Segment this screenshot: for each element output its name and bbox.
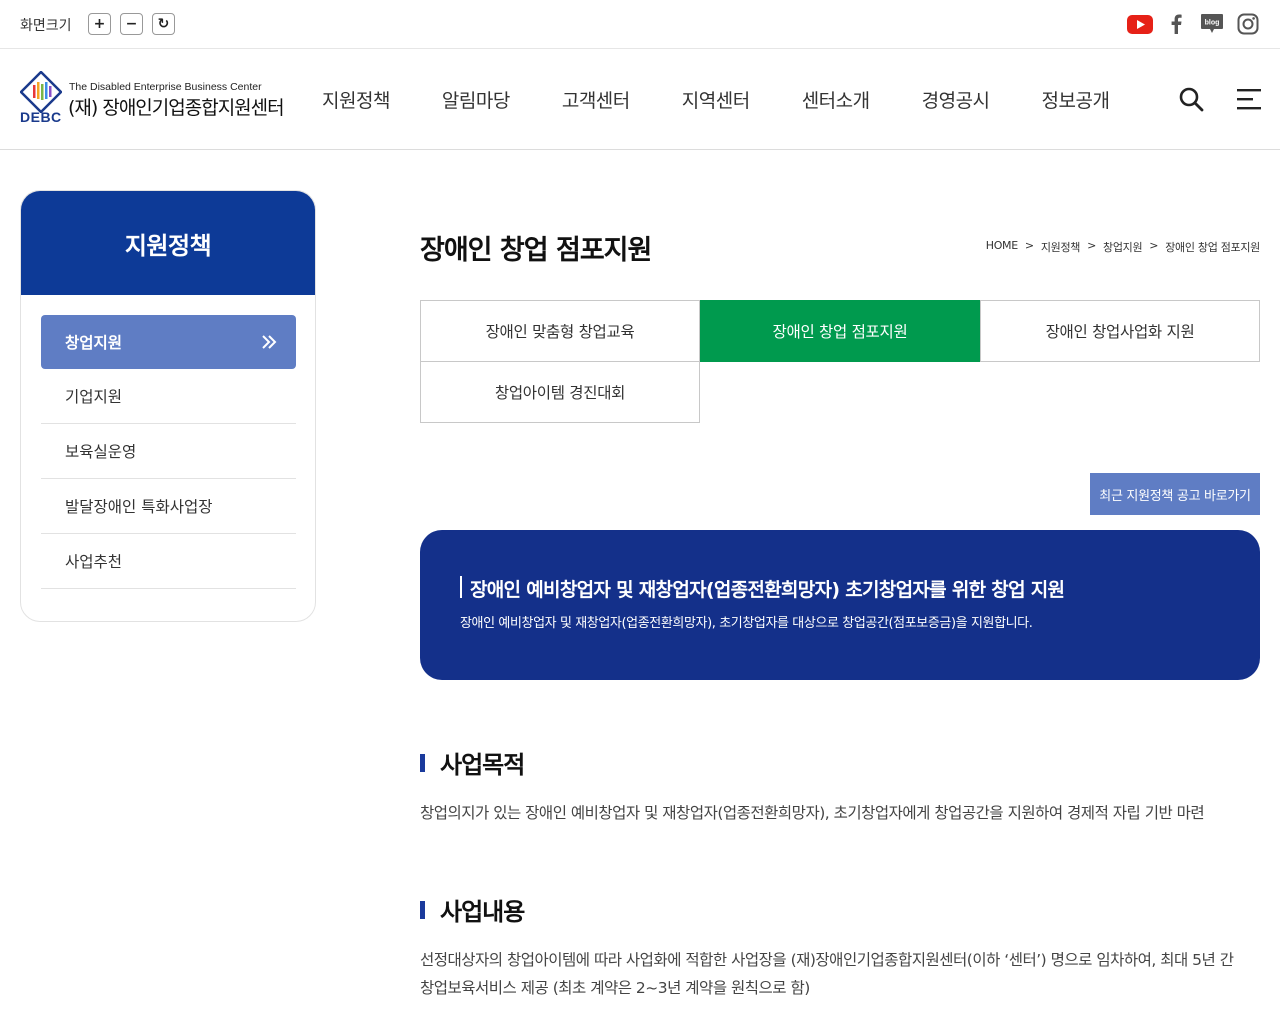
- sidebar-item-label: 창업지원: [65, 334, 123, 352]
- section-heading-text: 사업내용: [440, 898, 525, 926]
- logo-english-name: The Disabled Enterprise Business Center: [69, 81, 262, 93]
- section-text-content: 선정대상자의 창업아이템에 따라 사업화에 적합한 사업장을 (재)장애인기업종…: [420, 946, 1234, 1002]
- intro-title: 장애인 예비창업자 및 재창업자(업종전환희망자) 초기창업자를 위한 창업 지…: [470, 579, 1065, 601]
- heading-accent-bar: [420, 900, 425, 919]
- intro-description: 장애인 예비창업자 및 재창업자(업종전환희망자), 초기창업자를 대상으로 창…: [460, 616, 1033, 631]
- section-heading-content: 사업내용: [420, 892, 525, 927]
- youtube-icon[interactable]: [1127, 12, 1153, 36]
- site-header: DEBC The Disabled Enterprise Business Ce…: [0, 49, 1280, 150]
- heading-accent-bar: [420, 753, 425, 772]
- font-size-reset-button[interactable]: ↻: [152, 13, 175, 35]
- blog-icon[interactable]: blog: [1199, 12, 1225, 36]
- section-heading-text: 사업목적: [440, 751, 525, 779]
- sidebar-item-label: 보육실운영: [65, 443, 137, 461]
- section-text-purpose: 창업의지가 있는 장애인 예비창업자 및 재창업자(업종전환희망자), 초기창업…: [420, 799, 1205, 827]
- hamburger-menu-icon[interactable]: [1237, 87, 1261, 111]
- svg-text:blog: blog: [1205, 20, 1220, 27]
- nav-item-customer-center[interactable]: 고객센터: [562, 86, 630, 113]
- sidebar-item-label: 기업지원: [65, 388, 123, 406]
- breadcrumb-current: 장애인 창업 점포지원: [1165, 241, 1260, 254]
- sidebar-item-label: 사업추천: [65, 553, 123, 571]
- section-heading-purpose: 사업목적: [420, 745, 525, 780]
- breadcrumb-item[interactable]: 창업지원: [1103, 239, 1143, 255]
- sidebar-title: 지원정책: [21, 191, 315, 295]
- logo-abbreviation: DEBC: [20, 109, 62, 125]
- section-text-line: 창업보육서비스 제공 (최초 계약은 2~3년 계약을 원칙으로 함): [420, 979, 810, 997]
- font-size-increase-button[interactable]: +: [88, 13, 111, 35]
- nav-item-notice-board[interactable]: 알림마당: [442, 86, 510, 113]
- sidebar-item-developmental-workplace[interactable]: 발달장애인 특화사업장: [41, 479, 296, 534]
- nav-item-support-policy[interactable]: 지원정책: [322, 86, 390, 113]
- tab-startup-store-support[interactable]: 장애인 창업 점포지원: [700, 300, 980, 362]
- breadcrumb-separator: >: [1149, 239, 1159, 252]
- tab-startup-education[interactable]: 장애인 맞춤형 창업교육: [420, 300, 700, 362]
- section-text-line: 선정대상자의 창업아이템에 따라 사업화에 적합한 사업장을 (재)장애인기업종…: [420, 951, 1234, 969]
- intro-banner: 장애인 예비창업자 및 재창업자(업종전환희망자) 초기창업자를 위한 창업 지…: [420, 530, 1260, 680]
- breadcrumb: HOME > 지원정책 > 창업지원 > 장애인 창업 점포지원: [986, 239, 1261, 255]
- sidebar-item-label: 발달장애인 특화사업장: [65, 498, 213, 516]
- facebook-icon[interactable]: [1166, 12, 1186, 36]
- nav-item-management-disclosure[interactable]: 경영공시: [922, 86, 990, 113]
- sidebar-item-business-recommendation[interactable]: 사업추천: [41, 534, 296, 589]
- section-text-line: 창업의지가 있는 장애인 예비창업자 및 재창업자(업종전환희망자), 초기창업…: [420, 804, 1205, 822]
- main-navigation: 지원정책 알림마당 고객센터 지역센터 센터소개 경영공시 정보공개: [322, 86, 1161, 113]
- tab-startup-commercialization[interactable]: 장애인 창업사업화 지원: [980, 300, 1260, 362]
- page-title: 장애인 창업 점포지원: [420, 235, 652, 266]
- nav-item-regional-center[interactable]: 지역센터: [682, 86, 750, 113]
- breadcrumb-separator: >: [1024, 239, 1034, 252]
- nav-item-info-disclosure[interactable]: 정보공개: [1042, 86, 1110, 113]
- breadcrumb-home[interactable]: HOME: [986, 239, 1018, 255]
- sidebar-menu: 창업지원 기업지원 보육실운영 발달장애인 특화사업장 사업추천: [41, 315, 296, 589]
- font-size-label: 화면크기: [20, 18, 72, 34]
- instagram-icon[interactable]: [1236, 12, 1260, 36]
- utility-bar: 화면크기 + − ↻ blog: [0, 0, 1280, 49]
- logo-mark-icon: [20, 71, 62, 113]
- logo-korean-name: (재) 장애인기업종합지원센터: [68, 97, 285, 119]
- breadcrumb-separator: >: [1087, 239, 1097, 252]
- intro-accent-bar: [460, 576, 462, 598]
- search-icon[interactable]: [1178, 86, 1204, 112]
- site-logo[interactable]: DEBC The Disabled Enterprise Business Ce…: [20, 71, 285, 129]
- recent-notice-button[interactable]: 최근 지원정책 공고 바로가기: [1090, 473, 1260, 515]
- sidebar-item-incubator[interactable]: 보육실운영: [41, 424, 296, 479]
- sidebar-item-startup-support[interactable]: 창업지원: [41, 315, 296, 369]
- font-size-decrease-button[interactable]: −: [120, 13, 143, 35]
- double-chevron-right-icon: [262, 335, 277, 349]
- sidebar-item-business-support[interactable]: 기업지원: [41, 369, 296, 424]
- tab-startup-item-contest[interactable]: 창업아이템 경진대회: [420, 361, 700, 423]
- nav-item-center-intro[interactable]: 센터소개: [802, 86, 870, 113]
- sub-tabs: 장애인 맞춤형 창업교육 장애인 창업 점포지원 장애인 창업사업화 지원 창업…: [420, 300, 1260, 423]
- breadcrumb-item[interactable]: 지원정책: [1041, 239, 1081, 255]
- sidebar: 지원정책 창업지원 기업지원 보육실운영 발달장애인 특화사업장 사업추천: [20, 190, 316, 622]
